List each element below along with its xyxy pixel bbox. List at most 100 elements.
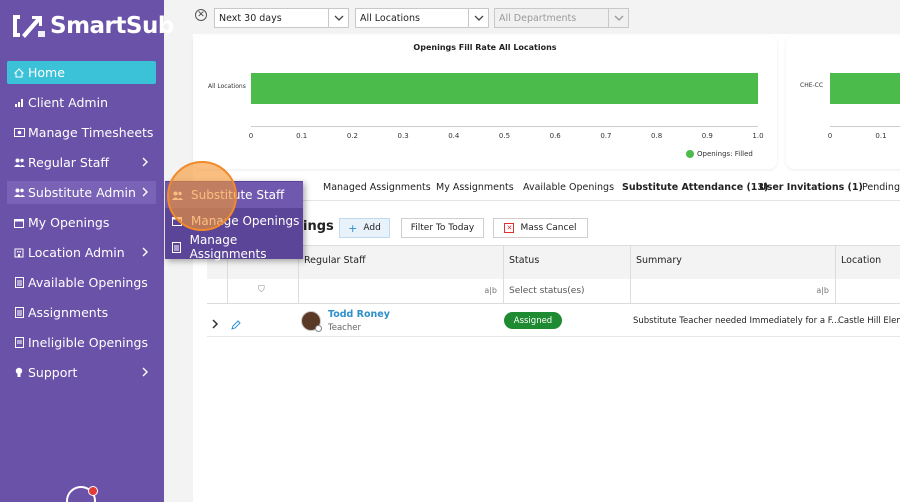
sidebar-item-label: Location Admin [28,245,125,260]
sidebar-item-label: Manage Timesheets [28,125,154,140]
document-icon [171,241,182,253]
location-bar [830,73,900,104]
add-button-label: Add [363,223,381,233]
sidebar-item-manage-timesheets[interactable]: Manage Timesheets [7,121,156,144]
chevron-right-icon [142,157,148,167]
notification-badge [88,486,98,496]
sidebar-item-available-openings[interactable]: Available Openings [7,271,156,294]
tick-label: 1.0 [752,132,764,140]
staff-name-link[interactable]: Todd Roney [328,309,390,320]
tab-pending[interactable]: Pending R [862,182,900,193]
tab-user-invitations[interactable]: User Invitations (1) [759,182,863,193]
grid-col-location[interactable]: Location [835,246,900,281]
substitute-admin-submenu: Substitute Staff Manage Openings Manage … [165,181,303,261]
filter-to-today-button[interactable]: Filter To Today [401,218,484,238]
tick-label: 0.8 [651,132,663,140]
smartsub-logo-icon [13,15,45,38]
date-range-value: Next 30 days [219,12,282,24]
tick-label: 0.3 [397,132,409,140]
sidebar-item-label: Client Admin [28,95,108,110]
sidebar-item-label: Regular Staff [28,155,110,170]
users-icon [13,187,25,199]
sidebar-item-label: Home [28,65,65,80]
status-filter[interactable]: Select status(es) [503,279,630,304]
sidebar-item-my-openings[interactable]: My Openings [7,211,156,234]
submenu-item-label: Manage Assignments [189,233,267,261]
departments-select: All Departments [494,8,629,28]
sidebar-item-client-admin[interactable]: Client Admin [7,91,156,114]
status-badge: Assigned [504,312,562,329]
sidebar-item-label: Available Openings [28,275,148,290]
filter-clear-icon[interactable]: ⛉ [258,285,265,295]
tick-label: 0.9 [701,132,713,140]
document-icon [13,307,25,319]
sidebar-item-support[interactable]: Support [7,361,156,384]
mass-cancel-button[interactable]: ✕ Mass Cancel [493,218,588,238]
edit-icon[interactable] [231,315,241,334]
lightbulb-icon [13,367,25,379]
x-axis [251,126,758,127]
x-axis [830,126,900,127]
document-icon [13,337,25,349]
column-header-label: Summary [636,255,682,266]
sidebar: SmartSub Home Client Admin Manage Timesh… [0,0,174,502]
sidebar-item-location-admin[interactable]: Location Admin [7,241,156,264]
sidebar-item-label: Substitute Admin [28,185,136,200]
grid-col-regular-staff[interactable]: Regular Staff [298,246,503,281]
column-header-label: Regular Staff [304,255,366,266]
tick-label: 0 [827,132,833,140]
submenu-item-label: Substitute Staff [191,188,285,202]
text-filter-icon[interactable]: a|b [484,286,497,295]
tab-my-assignments[interactable]: My Assignments [436,182,514,193]
clear-filters-icon[interactable]: ✕ [195,9,207,21]
building-icon [13,247,25,259]
users-icon [171,191,183,200]
tab-managed-assignments[interactable]: Managed Assignments [323,182,431,193]
departments-value: All Departments [499,12,577,24]
section-title: ings [303,219,334,234]
add-button[interactable]: + Add [339,218,390,238]
grid-col-status[interactable]: Status [503,246,630,281]
grid-header: Regular Staff Status Summary Location [207,245,900,281]
money-icon [13,127,25,139]
legend-label: Openings: Filled [697,150,753,158]
table-row[interactable]: Todd Roney Teacher Assigned Substitute T… [207,305,900,337]
submenu-item-substitute-staff[interactable]: Substitute Staff [165,182,303,208]
expand-row-icon[interactable] [212,314,219,333]
app-logo[interactable]: SmartSub [10,10,174,42]
submenu-item-manage-openings[interactable]: Manage Openings [165,208,303,234]
submenu-item-manage-assignments[interactable]: Manage Assignments [165,233,303,261]
regular-staff-filter[interactable]: a|b [298,279,503,304]
tick-label: 0.2 [346,132,358,140]
summary-filter[interactable]: a|b [630,279,835,304]
location-filter[interactable] [835,279,900,304]
locations-select[interactable]: All Locations [355,8,489,28]
grid-col-summary[interactable]: Summary [630,246,835,281]
filter-to-today-label: Filter To Today [410,223,475,233]
chevron-right-icon [142,187,148,197]
text-filter-icon[interactable]: a|b [816,286,829,295]
plus-icon: + [348,221,358,235]
tab-available-openings[interactable]: Available Openings [523,182,614,193]
tick-label: 0.4 [448,132,460,140]
sidebar-item-home[interactable]: Home [7,61,156,84]
bar-all-locations[interactable] [251,73,758,104]
submenu-item-label: Manage Openings [191,214,300,228]
date-range-select[interactable]: Next 30 days [214,8,349,28]
location-cell: Castle Hill Elem [838,316,900,326]
category-label: CHE-CC [800,82,824,89]
sidebar-item-assignments[interactable]: Assignments [7,301,156,324]
tick-label: 0.1 [875,132,887,140]
chart-title: Openings Fill Rate All Locations [413,43,557,52]
summary-cell: Substitute Teacher needed Immediately fo… [633,316,840,326]
staff-role: Teacher [328,323,361,333]
tab-substitute-attendance[interactable]: Substitute Attendance (13) [622,182,768,193]
sidebar-item-regular-staff[interactable]: Regular Staff [7,151,156,174]
tick-label: 0.7 [600,132,612,140]
sidebar-item-ineligible-openings[interactable]: Ineligible Openings [7,331,156,354]
filter-clear-cell[interactable]: ⛉ [227,279,298,304]
chevron-down-icon [608,9,628,27]
mass-cancel-label: Mass Cancel [520,223,577,233]
sidebar-item-substitute-admin[interactable]: Substitute Admin [7,181,156,204]
tick-label: 0.5 [498,132,511,140]
